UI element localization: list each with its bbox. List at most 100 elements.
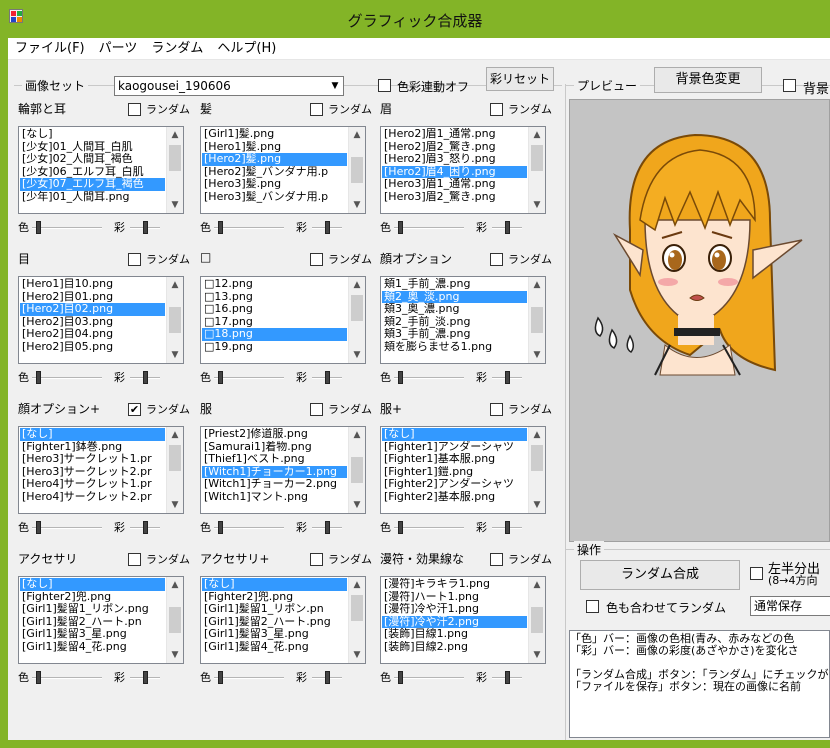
color-slider-track[interactable]: [32, 677, 102, 679]
imageset-select[interactable]: kaogousei_190606 ▼: [114, 76, 344, 96]
list-item[interactable]: [漫符]冷や汗2.png: [382, 615, 527, 628]
list-item[interactable]: [Fighter2]兜.png: [20, 591, 165, 604]
color-slider-handle[interactable]: [36, 521, 41, 534]
list-item[interactable]: □16.png: [202, 303, 347, 316]
list-item[interactable]: [Witch1]マント.png: [202, 491, 347, 504]
list-item[interactable]: [Hero2]目03.png: [20, 316, 165, 329]
color-slider-handle[interactable]: [36, 221, 41, 234]
list-item[interactable]: [Hero3]サークレット2.pr: [20, 466, 165, 479]
list-item[interactable]: [Fighter2]アンダーシャツ: [382, 478, 527, 491]
color-slider-track[interactable]: [394, 377, 464, 379]
chevron-up-icon[interactable]: ▲: [349, 277, 365, 293]
part-listbox[interactable]: [Girl1]髪.png [Hero1]髪.png [Hero2]髪.png [Her…: [200, 126, 366, 214]
saturation-slider-handle[interactable]: [325, 221, 330, 234]
list-item[interactable]: [Fighter1]鉢巻.png: [20, 441, 165, 454]
color-slider-track[interactable]: [32, 527, 102, 529]
random-checkbox[interactable]: [128, 253, 141, 266]
menu-random[interactable]: ランダム: [144, 38, 210, 60]
list-item[interactable]: [Hero2]眉3_怒り.png: [382, 153, 527, 166]
list-item[interactable]: 頬3_奥_濃.png: [382, 303, 527, 316]
list-item[interactable]: [装飾]目線2.png: [382, 641, 527, 654]
chevron-up-icon[interactable]: ▲: [529, 427, 545, 443]
list-item[interactable]: [Hero4]サークレット1.pr: [20, 478, 165, 491]
list-item[interactable]: [Fighter2]基本服.png: [382, 491, 527, 504]
bg-color-change-button[interactable]: 背景色変更: [654, 67, 762, 93]
scroll-thumb[interactable]: [351, 595, 363, 621]
color-slider-track[interactable]: [394, 677, 464, 679]
color-slider-handle[interactable]: [36, 371, 41, 384]
saturation-slider-handle[interactable]: [505, 671, 510, 684]
scrollbar[interactable]: ▲ ▼: [528, 277, 545, 363]
chevron-down-icon[interactable]: ▼: [167, 347, 183, 363]
list-item[interactable]: [Fighter1]基本服.png: [382, 453, 527, 466]
saturation-slider-handle[interactable]: [505, 521, 510, 534]
list-item[interactable]: [なし]: [20, 428, 165, 441]
color-slider-handle[interactable]: [398, 371, 403, 384]
list-item[interactable]: [Girl1]髪留2_ハート.pn: [20, 616, 165, 629]
list-item[interactable]: [Girl1]髪留1_リボン.png: [20, 603, 165, 616]
list-item[interactable]: [なし]: [20, 128, 165, 141]
list-item[interactable]: [Thief1]ベスト.png: [202, 453, 347, 466]
chevron-down-icon[interactable]: ▼: [349, 497, 365, 513]
part-listbox[interactable]: [なし] [少女]01_人間耳_白肌 [少女]02_人間耳_褐色 [少女]06_エルフ…: [18, 126, 184, 214]
list-item[interactable]: [Witch1]チョーカー1.png: [202, 465, 347, 478]
color-slider-handle[interactable]: [398, 521, 403, 534]
save-mode-select[interactable]: 通常保存: [750, 596, 830, 616]
list-item[interactable]: [漫符]冷や汗1.png: [382, 603, 527, 616]
chevron-up-icon[interactable]: ▲: [349, 577, 365, 593]
chevron-down-icon[interactable]: ▼: [529, 347, 545, 363]
random-checkbox[interactable]: [128, 103, 141, 116]
chevron-up-icon[interactable]: ▲: [167, 277, 183, 293]
random-checkbox[interactable]: [490, 103, 503, 116]
color-slider-handle[interactable]: [398, 671, 403, 684]
list-item[interactable]: [なし]: [382, 428, 527, 441]
list-item[interactable]: □12.png: [202, 278, 347, 291]
list-item[interactable]: [Hero2]髪.png: [202, 153, 347, 166]
scrollbar[interactable]: ▲ ▼: [166, 427, 183, 513]
list-item[interactable]: [Hero4]サークレット2.pr: [20, 491, 165, 504]
color-link-checkbox[interactable]: [378, 79, 391, 92]
part-listbox[interactable]: [なし] [Fighter2]兜.png [Girl1]髪留1_リボン.png [Gi…: [18, 576, 184, 664]
list-item[interactable]: [Hero2]眉4_困り.png: [382, 165, 527, 178]
list-item[interactable]: [Girl1]髪留3_星.png: [20, 628, 165, 641]
list-item[interactable]: [漫符]キラキラ1.png: [382, 578, 527, 591]
list-item[interactable]: □19.png: [202, 341, 347, 354]
color-random-checkbox[interactable]: [586, 600, 599, 613]
saturation-slider-handle[interactable]: [143, 521, 148, 534]
random-checkbox[interactable]: [310, 553, 323, 566]
list-item[interactable]: 頬2_手前_淡.png: [382, 316, 527, 329]
list-item[interactable]: [少女]02_人間耳_褐色: [20, 153, 165, 166]
scroll-thumb[interactable]: [169, 607, 181, 633]
list-item[interactable]: [Fighter1]アンダーシャツ: [382, 441, 527, 454]
title-bar[interactable]: グラフィック合成器: [0, 0, 830, 38]
list-item[interactable]: 頬を膨らませる1.png: [382, 341, 527, 354]
list-item[interactable]: [漫符]ハート1.png: [382, 591, 527, 604]
list-item[interactable]: [Girl1]髪.png: [202, 128, 347, 141]
scrollbar[interactable]: ▲ ▼: [166, 277, 183, 363]
saturation-slider-handle[interactable]: [143, 221, 148, 234]
list-item[interactable]: 頬2_奥_淡.png: [382, 290, 527, 303]
menu-parts[interactable]: パーツ: [92, 38, 145, 60]
menu-help[interactable]: ヘルプ(H): [210, 38, 283, 60]
part-listbox[interactable]: [Hero1]目10.png [Hero2]目01.png [Hero2]目02.p…: [18, 276, 184, 364]
chevron-up-icon[interactable]: ▲: [167, 127, 183, 143]
scroll-thumb[interactable]: [531, 307, 543, 333]
scroll-thumb[interactable]: [351, 295, 363, 321]
chevron-up-icon[interactable]: ▲: [349, 427, 365, 443]
chevron-down-icon[interactable]: ▼: [529, 647, 545, 663]
list-item[interactable]: [Fighter1]鎧.png: [382, 466, 527, 479]
scroll-thumb[interactable]: [351, 457, 363, 483]
list-item[interactable]: [Girl1]髪留3_星.png: [202, 628, 347, 641]
saturation-slider-handle[interactable]: [143, 671, 148, 684]
list-item[interactable]: 頬3_手前_濃.png: [382, 328, 527, 341]
random-checkbox[interactable]: ✔: [128, 403, 141, 416]
list-item[interactable]: [Samurai1]着物.png: [202, 441, 347, 454]
chevron-up-icon[interactable]: ▲: [167, 577, 183, 593]
list-item[interactable]: [Hero2]目05.png: [20, 341, 165, 354]
list-item[interactable]: [Hero2]目01.png: [20, 291, 165, 304]
scrollbar[interactable]: ▲ ▼: [348, 277, 365, 363]
list-item[interactable]: [少年]01_人間耳.png: [20, 191, 165, 204]
chevron-up-icon[interactable]: ▲: [529, 277, 545, 293]
list-item[interactable]: [少女]01_人間耳_白肌: [20, 141, 165, 154]
random-checkbox[interactable]: [310, 253, 323, 266]
